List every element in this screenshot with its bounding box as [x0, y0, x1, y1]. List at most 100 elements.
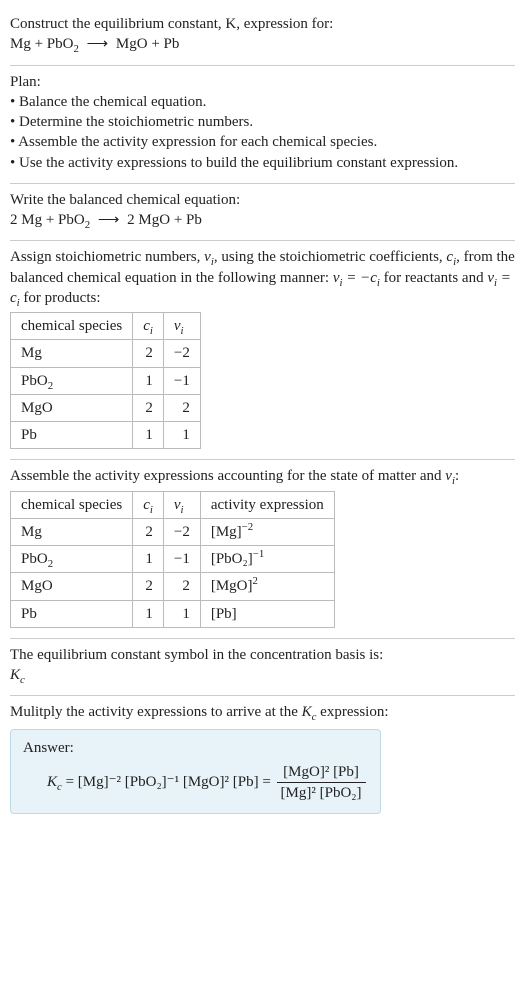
cell-species: Mg	[11, 340, 133, 367]
frac-top: [MgO]² [Pb]	[277, 762, 366, 782]
text: :	[455, 468, 459, 484]
col-activity: activity expression	[200, 491, 334, 518]
k: K	[47, 774, 57, 790]
cell-activity: [Mg]−2	[200, 518, 334, 545]
cell-species: Pb	[11, 422, 133, 449]
eq-arrow: ⟶	[83, 34, 113, 54]
base: [Mg]	[211, 524, 242, 540]
stoich-table: chemical species ci νi Mg 2 −2 PbO2 1 −1…	[10, 312, 201, 449]
col-species: chemical species	[11, 313, 133, 340]
sup: 2	[253, 575, 258, 587]
cell-ci: 2	[133, 340, 164, 367]
plan-title: Plan:	[10, 72, 515, 92]
col-vi: νi	[163, 491, 200, 518]
cell-activity: [MgO]2	[200, 573, 334, 600]
sp: Mg	[21, 524, 42, 540]
cell-ci: 1	[133, 546, 164, 573]
sp: Pb	[21, 427, 37, 443]
text: Assemble the activity expressions accoun…	[10, 468, 445, 484]
cell-ci: 1	[133, 367, 164, 394]
base: [MgO]	[211, 578, 253, 594]
balanced-section: Write the balanced chemical equation: 2 …	[10, 184, 515, 242]
plan-bullet: • Determine the stoichiometric numbers.	[10, 112, 515, 132]
sp: PbO	[21, 373, 48, 389]
text: expression:	[316, 704, 388, 720]
col-species: chemical species	[11, 491, 133, 518]
symbol-intro: The equilibrium constant symbol in the c…	[10, 645, 515, 665]
text: Mulitply the activity expressions to arr…	[10, 704, 302, 720]
cell-species: Pb	[11, 600, 133, 627]
table-row: Mg 2 −2	[11, 340, 201, 367]
cell-activity: [PbO₂]−1	[200, 546, 334, 573]
text: Assign stoichiometric numbers,	[10, 249, 204, 265]
cell-species: PbO2	[11, 546, 133, 573]
cell-vi: 1	[163, 422, 200, 449]
base: [PbO₂]	[211, 551, 253, 567]
nu-i: νi	[204, 249, 214, 265]
symbol-section: The equilibrium constant symbol in the c…	[10, 639, 515, 697]
table-row: Pb 1 1	[11, 422, 201, 449]
col-ci: ci	[133, 313, 164, 340]
table-header-row: chemical species ci νi	[11, 313, 201, 340]
answer-equation: Kc = [Mg]⁻² [PbO₂]⁻¹ [MgO]² [Pb] = [MgO]…	[23, 758, 368, 804]
flat-expr: [Mg]⁻² [PbO₂]⁻¹ [MgO]² [Pb] =	[78, 774, 275, 790]
answer-label: Answer:	[23, 738, 368, 758]
balanced-intro: Write the balanced chemical equation:	[10, 190, 515, 210]
cell-vi: −2	[163, 518, 200, 545]
sub: 2	[48, 380, 53, 392]
cell-species: MgO	[11, 394, 133, 421]
stoich-intro: Assign stoichiometric numbers, νi, using…	[10, 247, 515, 308]
cell-ci: 1	[133, 600, 164, 627]
cell-ci: 1	[133, 422, 164, 449]
cell-ci: 2	[133, 573, 164, 600]
sp: Mg	[21, 345, 42, 361]
balanced-arrow: ⟶	[94, 210, 124, 230]
table-row: Pb 1 1 [Pb]	[11, 600, 335, 627]
sp: PbO	[21, 551, 48, 567]
cell-vi: 1	[163, 600, 200, 627]
table-row: MgO 2 2	[11, 394, 201, 421]
col-ci: ci	[133, 491, 164, 518]
base: [Pb]	[211, 606, 237, 622]
plan-bullet: • Balance the chemical equation.	[10, 92, 515, 112]
eq-sub: 2	[73, 43, 78, 55]
rel1: νi = −ci	[333, 270, 380, 286]
sp: MgO	[21, 400, 53, 416]
cell-ci: 2	[133, 518, 164, 545]
plan-section: Plan: • Balance the chemical equation. •…	[10, 66, 515, 184]
cell-vi: 2	[163, 394, 200, 421]
text: , using the stoichiometric coefficients,	[214, 249, 447, 265]
cell-vi: −1	[163, 367, 200, 394]
question-line1: Construct the equilibrium constant, K, e…	[10, 14, 515, 34]
cell-vi: −1	[163, 546, 200, 573]
cell-ci: 2	[133, 394, 164, 421]
plan-bullet: • Use the activity expressions to build …	[10, 153, 515, 173]
final-intro: Mulitply the activity expressions to arr…	[10, 702, 515, 722]
sup: −1	[253, 548, 265, 560]
symbol-kc: Kc	[10, 665, 515, 685]
k: K	[302, 704, 312, 720]
question-section: Construct the equilibrium constant, K, e…	[10, 8, 515, 66]
kc: Kc	[47, 774, 62, 790]
sup: −2	[242, 521, 254, 533]
frac-bot: [Mg]² [PbO₂]	[277, 782, 366, 803]
balanced-equation: 2 Mg + PbO2 ⟶ 2 MgO + Pb	[10, 210, 515, 230]
table-row: Mg 2 −2 [Mg]−2	[11, 518, 335, 545]
table-row: MgO 2 2 [MgO]2	[11, 573, 335, 600]
k: K	[10, 667, 20, 683]
balanced-sub: 2	[85, 219, 90, 231]
cell-activity: [Pb]	[200, 600, 334, 627]
eq-lhs: Mg + PbO	[10, 36, 73, 52]
kc: Kc	[302, 704, 317, 720]
balanced-lhs: 2 Mg + PbO	[10, 212, 85, 228]
c-i: ci	[446, 249, 456, 265]
c: c	[20, 674, 25, 686]
text: for reactants and	[380, 270, 487, 286]
answer-box: Answer: Kc = [Mg]⁻² [PbO₂]⁻¹ [MgO]² [Pb]…	[10, 729, 381, 815]
fraction: [MgO]² [Pb][Mg]² [PbO₂]	[277, 762, 366, 804]
final-section: Mulitply the activity expressions to arr…	[10, 696, 515, 824]
cell-vi: −2	[163, 340, 200, 367]
cell-species: PbO2	[11, 367, 133, 394]
cell-species: MgO	[11, 573, 133, 600]
sp: Pb	[21, 606, 37, 622]
